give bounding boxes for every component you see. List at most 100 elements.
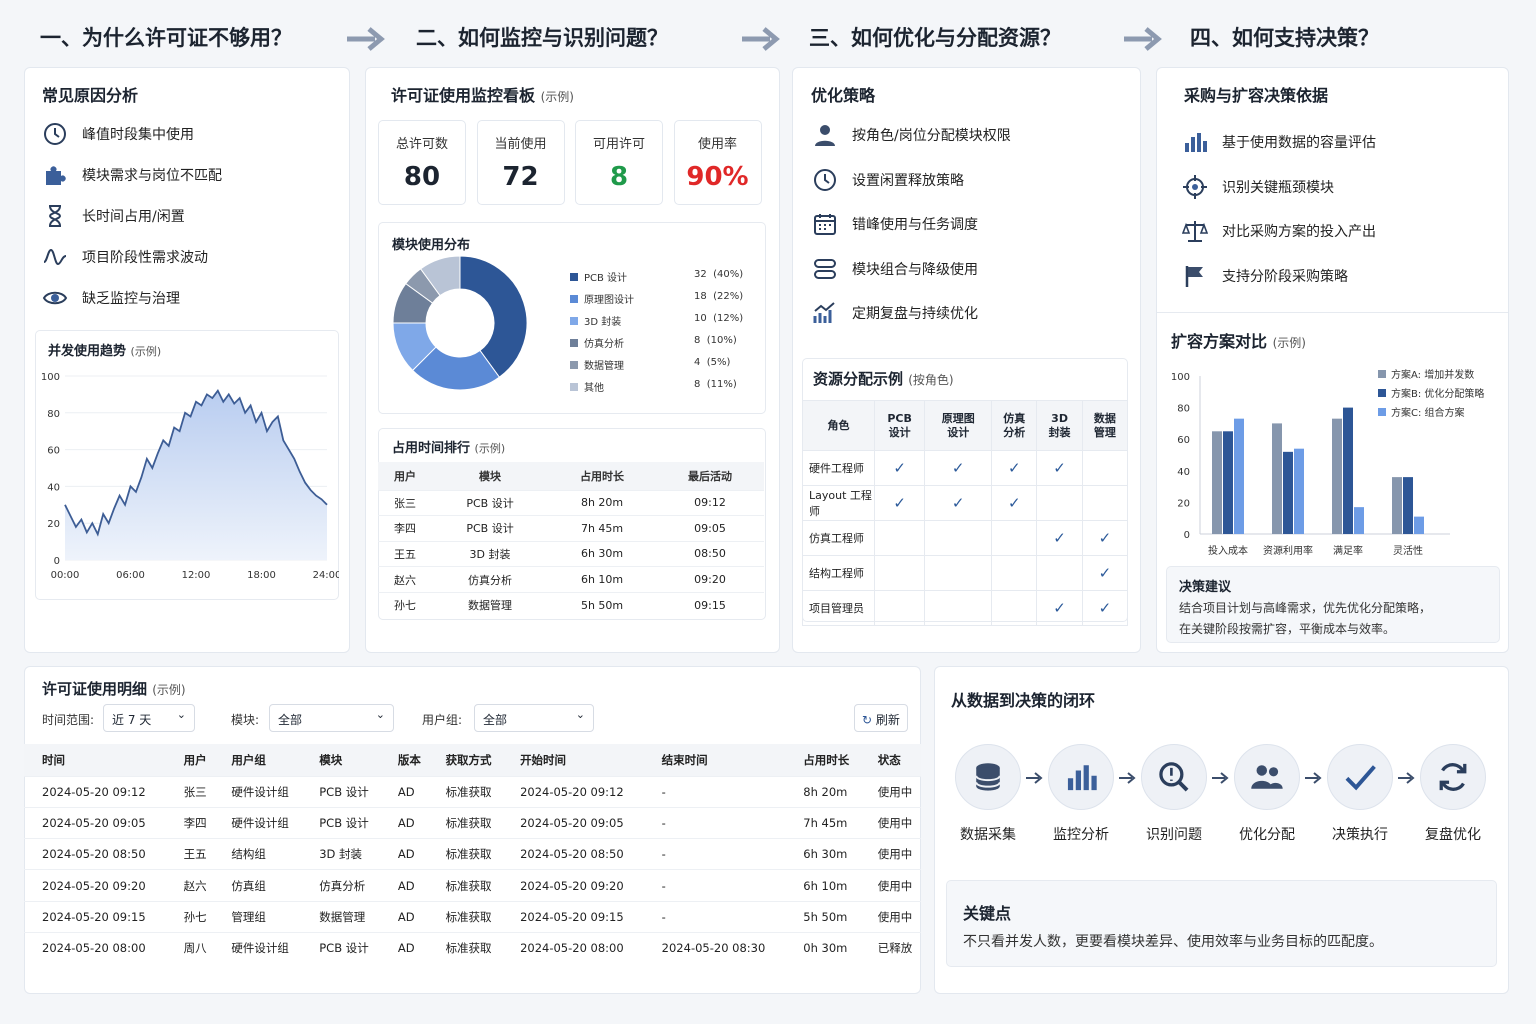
table-cell: 09:12: [656, 489, 764, 516]
legend-label: 方案C: 组合方案: [1391, 406, 1465, 419]
table-cell: 6h 30m: [548, 540, 657, 567]
table-cell: 李四: [378, 515, 432, 542]
table-cell: 标准获取: [427, 900, 503, 933]
table-row[interactable]: 2024-05-20 09:12 张三 硬件设计组 PCB 设计 AD 标准获取 2024-…: [24, 775, 921, 808]
legend-label: 方案A: 增加并发数: [1391, 368, 1474, 381]
table-cell: 标准获取: [427, 869, 503, 902]
table-cell: 孙七: [165, 900, 214, 933]
check-cell: [1036, 555, 1083, 591]
kpi-card: 当前使用 72: [476, 120, 565, 205]
table-row[interactable]: 2024-05-20 09:20 赵六 仿真组 仿真分析 AD 标准获取 2024-05-2…: [24, 869, 921, 902]
table-cell: 硬件设计组: [213, 931, 302, 964]
column-header: 仿真 分析: [991, 400, 1038, 451]
header-line: 原理图: [941, 411, 975, 425]
loop-node: [1234, 744, 1300, 810]
list-item: 按角色/岗位分配模块权限: [812, 122, 1011, 148]
legend-swatch: [1378, 389, 1386, 397]
legend-swatch: [570, 294, 578, 303]
column-header: PCB 设计: [873, 400, 926, 451]
step-2-title: 二、如何监控与识别问题？: [416, 26, 668, 50]
table-cell: 3D 封装: [301, 838, 380, 870]
step-4-title: 四、如何支持决策？: [1190, 26, 1379, 50]
check-cell: ✓: [1081, 590, 1129, 626]
key-point-title: 关键点: [963, 904, 1012, 923]
decision-title: 采购与扩容决策依据: [1184, 86, 1329, 105]
table-row[interactable]: 2024-05-20 08:00 周八 硬件设计组 PCB 设计 AD 标准获取 2024-…: [24, 931, 921, 964]
table-cell: 李四: [165, 806, 214, 839]
module-donut-chart: [392, 256, 528, 391]
puzzle-icon: [46, 166, 66, 185]
list-item: 错峰使用与任务调度: [812, 211, 978, 237]
table-cell: 2024-05-20 09:20: [24, 869, 166, 902]
y-tick-label: 80: [47, 409, 60, 420]
table-row[interactable]: 2024-05-20 09:15 孙七 管理组 数据管理 AD 标准获取 2024-05-2…: [24, 900, 921, 933]
header-line: 封装: [1048, 425, 1071, 439]
table-cell: 标准获取: [427, 838, 503, 870]
column-header: 数据 管理: [1081, 400, 1129, 451]
header-line: 管理: [1093, 425, 1116, 439]
table-cell: -: [643, 775, 786, 808]
x-tick-label: 06:00: [116, 570, 145, 581]
role-cell: 硬件工程师: [802, 450, 875, 486]
clock-icon: [814, 168, 836, 191]
column-header: 结束时间: [643, 744, 786, 776]
list-item: 模块需求与岗位不匹配: [42, 162, 222, 188]
table-row[interactable]: 2024-05-20 08:50 王五 结构组 3D 封装 AD 标准获取 2024-05-…: [24, 838, 921, 870]
balance-icon: [1182, 221, 1208, 242]
hourglass-icon: [48, 205, 62, 227]
bar: [1414, 516, 1424, 534]
header-line: 分析: [1003, 425, 1026, 439]
loop-node-label: 复盘优化: [1425, 827, 1481, 843]
table-cell: -: [643, 869, 786, 902]
table-cell: 2024-05-20 09:15: [502, 900, 644, 933]
table-cell: 7h 45m: [548, 515, 657, 542]
check-cell: [1081, 485, 1129, 521]
column-header: 占用时长: [785, 744, 860, 776]
bar: [1354, 507, 1364, 534]
module-filter-select[interactable]: 全部 ⌄: [269, 704, 394, 732]
table-cell: 标准获取: [427, 931, 503, 964]
legend-value: 10 (12%): [694, 313, 744, 324]
table-cell: -: [643, 838, 786, 870]
chevron-down-icon: ⌄: [375, 708, 385, 721]
table-cell: PCB 设计: [431, 489, 549, 516]
role-cell: Layout 工程师: [802, 485, 875, 521]
table-cell: 2024-05-20 09:12: [502, 775, 644, 808]
table-row: 张三 PCB 设计 8h 20m 09:12: [378, 489, 764, 516]
table-cell: 使用中: [859, 775, 921, 808]
loop-node: [955, 744, 1021, 810]
ranking-table: 用户 模块 占用时长 最后活动 张三 PCB 设计 8h 20m 09:12 李四 PCB 设计 7…: [378, 462, 764, 618]
role-cell: 项目管理员: [802, 590, 875, 626]
table-cell: 赵六: [378, 566, 432, 593]
column-header: 用户: [165, 744, 214, 776]
x-tick-label: 18:00: [247, 570, 276, 581]
step-1-title: 一、为什么许可证不够用？: [40, 26, 292, 50]
user-group-select[interactable]: 全部 ⌄: [474, 704, 594, 732]
table-cell: 使用中: [859, 869, 921, 902]
refresh-button[interactable]: ↻ 刷新: [854, 704, 908, 732]
table-cell: PCB 设计: [431, 515, 549, 542]
check-cell: [924, 590, 993, 626]
loop-title: 从数据到决策的闭环: [951, 691, 1096, 710]
list-item: 识别关键瓶颈模块: [1182, 174, 1334, 200]
table-cell: 2024-05-20 08:00: [502, 931, 644, 964]
x-tick-label: 灵活性: [1393, 544, 1423, 557]
legend-item: 原理图设计: [570, 291, 634, 306]
table-row[interactable]: 2024-05-20 09:05 李四 硬件设计组 PCB 设计 AD 标准获取 2024-…: [24, 806, 921, 839]
time-range-label: 时间范围:: [42, 713, 95, 727]
time-range-select[interactable]: 近 7 天 ⌄: [103, 704, 195, 732]
kpi-value: 72: [502, 162, 539, 192]
table-cell: 王五: [165, 838, 214, 870]
column-header: 状态: [859, 744, 921, 776]
module-dist-title: 模块使用分布: [392, 238, 471, 253]
table-cell: 仿真组: [213, 869, 302, 902]
check-cell: [924, 520, 993, 556]
table-cell: 数据管理: [431, 591, 549, 618]
table-cell: 5h 50m: [548, 591, 657, 618]
y-tick-label: 60: [1177, 435, 1190, 446]
trend-title: 并发使用趋势 (示例): [48, 344, 162, 359]
bar: [1272, 423, 1282, 534]
table-row: 硬件工程师 ✓ ✓ ✓ ✓: [802, 450, 1129, 486]
trend-area: [65, 390, 327, 560]
legend-label: 仿真分析: [584, 339, 624, 350]
